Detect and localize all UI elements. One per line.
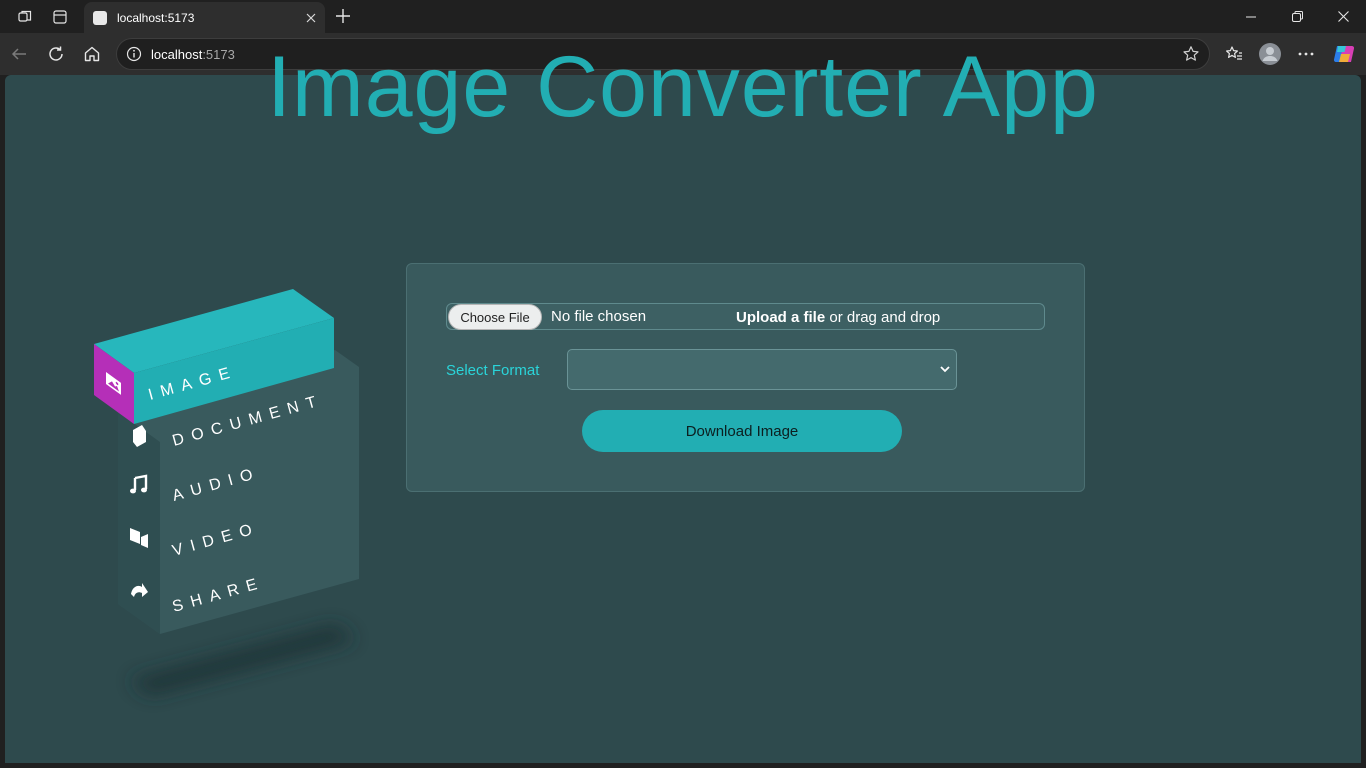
upload-link[interactable]: Upload a file <box>736 309 825 326</box>
tab-close-icon[interactable] <box>297 4 325 32</box>
format-select[interactable] <box>567 349 957 390</box>
browser-tab[interactable]: localhost:5173 <box>84 2 325 33</box>
tab-favicon-icon <box>93 10 107 25</box>
restore-icon[interactable] <box>1274 0 1320 33</box>
workspaces-icon[interactable] <box>10 0 40 33</box>
file-status-text: No file chosen <box>551 308 647 325</box>
tab-bar: localhost:5173 <box>0 0 1366 33</box>
chevron-down-icon <box>939 362 951 380</box>
isometric-menu: IMAGE DOCUMENT AUDIO VIDEO SHARE <box>94 289 359 695</box>
format-label: Select Format <box>446 362 540 379</box>
menu-shadow <box>130 625 355 695</box>
upload-hint: Upload a file or drag and drop <box>736 309 941 326</box>
minimize-icon[interactable] <box>1228 0 1274 33</box>
vertical-tabs-icon[interactable] <box>45 0 75 33</box>
tab-title: localhost:5173 <box>117 10 195 25</box>
converter-panel: Choose File No file chosen Upload a file… <box>406 263 1085 492</box>
new-tab-icon[interactable] <box>331 4 355 28</box>
page-title: Image Converter App <box>267 39 1099 135</box>
choose-file-button[interactable]: Choose File <box>448 304 542 330</box>
close-window-icon[interactable] <box>1320 0 1366 33</box>
file-upload-dropzone[interactable]: Choose File No file chosen Upload a file… <box>446 303 1045 330</box>
download-button[interactable]: Download Image <box>582 410 902 452</box>
